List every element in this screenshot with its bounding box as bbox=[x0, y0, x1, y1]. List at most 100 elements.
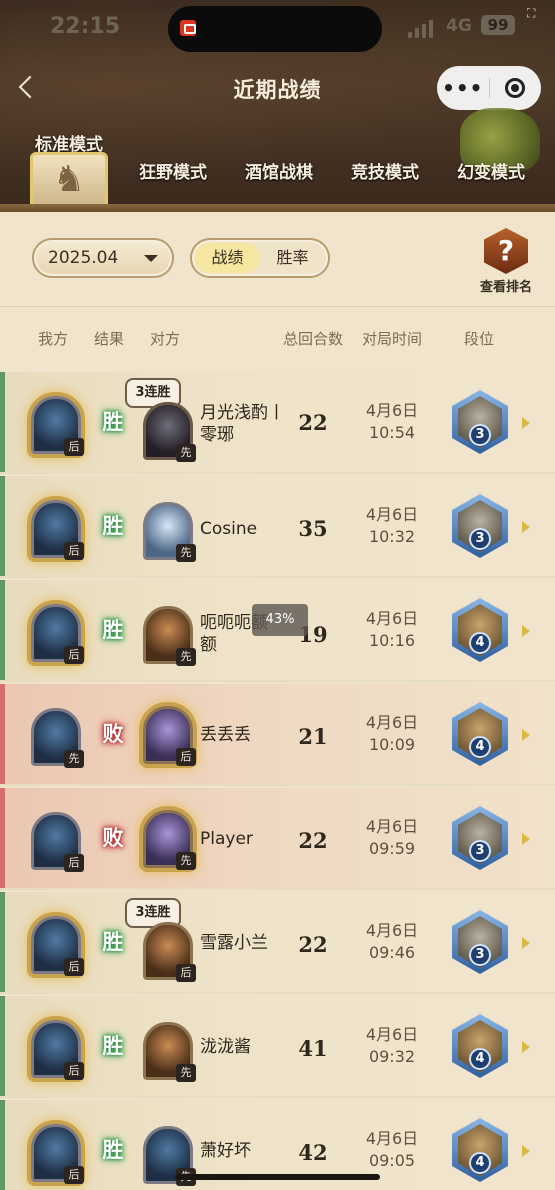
opponent-name: Cosine bbox=[200, 519, 258, 539]
col-header-mine: 我方 bbox=[38, 330, 69, 348]
opp-order-tag: 先 bbox=[176, 852, 196, 870]
date-text: 4月6日 bbox=[365, 401, 419, 420]
opponent-hero-portrait: 先 bbox=[143, 402, 196, 462]
chevron-right-icon[interactable] bbox=[522, 729, 530, 741]
divider bbox=[0, 306, 555, 307]
my-hero-portrait: 后 bbox=[31, 396, 84, 456]
opponent-hero-portrait: 先 bbox=[143, 810, 196, 870]
chevron-right-icon[interactable] bbox=[522, 625, 530, 637]
result-badge: 胜 bbox=[93, 1026, 133, 1066]
result-badge: 败 bbox=[93, 714, 133, 754]
time-text: 10:54 bbox=[368, 423, 416, 442]
opponent-name: 泷泷酱 bbox=[200, 1037, 251, 1057]
time-text: 09:32 bbox=[368, 1047, 416, 1066]
my-hero-portrait: 后 bbox=[31, 604, 84, 664]
my-hero-portrait: 后 bbox=[31, 916, 84, 976]
opponent-hero-portrait: 先 bbox=[143, 606, 196, 666]
my-order-tag: 先 bbox=[64, 750, 84, 768]
content-panel: 2025.04 战绩 胜率 ? 查看排名 我方 结果 对方 总回合数 对局时间 … bbox=[0, 214, 555, 1190]
expand-icon[interactable]: ⛶ bbox=[527, 6, 541, 20]
match-row[interactable]: 后 败 先 Player 22 4月6日 09:59 3 bbox=[0, 788, 555, 890]
date-text: 4月6日 bbox=[365, 1129, 419, 1148]
opponent-name: Player bbox=[200, 829, 253, 849]
toggle-winrate[interactable]: 胜率 bbox=[260, 243, 325, 273]
match-date: 4月6日 10:16 bbox=[352, 608, 432, 652]
total-turns: 42 bbox=[298, 1140, 328, 1165]
dynamic-island bbox=[168, 6, 382, 52]
header-area: 22:15 4G 99 ⛶ 近期战绩 ••• 标准模式 狂野模式 酒馆战棋 bbox=[0, 0, 555, 212]
chevron-right-icon[interactable] bbox=[522, 937, 530, 949]
my-order-tag: 后 bbox=[64, 1062, 84, 1080]
mode-tabs: 标准模式 狂野模式 酒馆战棋 竞技模式 幻变模式 bbox=[0, 130, 555, 212]
rank-number: 4 bbox=[469, 736, 491, 758]
month-select[interactable]: 2025.04 bbox=[32, 238, 174, 278]
match-row[interactable]: 后 胜 先 Cosine 35 4月6日 10:32 3 bbox=[0, 476, 555, 578]
tab-standard[interactable]: 标准模式 bbox=[28, 130, 110, 212]
network-type: 4G bbox=[446, 16, 472, 36]
match-row[interactable]: 后 胜 3连胜 后 雪露小兰 22 4月6日09:46 3 bbox=[0, 892, 555, 994]
date-text: 4月6日 bbox=[365, 1025, 419, 1044]
rank-number: 4 bbox=[469, 1152, 491, 1174]
opponent-hero-portrait: 后 bbox=[143, 706, 196, 766]
chevron-right-icon[interactable] bbox=[522, 1145, 530, 1157]
opp-order-tag: 先 bbox=[176, 544, 196, 562]
view-toggle: 战绩 胜率 bbox=[190, 238, 330, 278]
tab-label: 酒馆战棋 bbox=[245, 163, 313, 183]
my-hero-portrait: 后 bbox=[31, 812, 84, 872]
match-date: 4月6日 10:32 bbox=[352, 504, 432, 548]
chevron-right-icon[interactable] bbox=[522, 417, 530, 429]
date-text: 4月6日 bbox=[365, 817, 419, 836]
match-row[interactable]: 后 胜 先 泷泷酱 41 4月6日 09:32 4 bbox=[0, 996, 555, 1098]
my-order-tag: 后 bbox=[64, 646, 84, 664]
rank-number: 3 bbox=[469, 840, 491, 862]
opponent-hero-portrait: 先 bbox=[143, 1022, 196, 1082]
my-order-tag: 后 bbox=[64, 958, 84, 976]
opponent-name: 月光浅酌丨零琊 bbox=[200, 403, 285, 445]
time-text: 09:46 bbox=[368, 943, 416, 962]
time-text: 10:09 bbox=[368, 735, 416, 754]
view-ranking-button[interactable]: ? 查看排名 bbox=[474, 228, 538, 295]
caret-down-icon bbox=[144, 255, 158, 262]
more-options-icon[interactable]: ••• bbox=[437, 78, 489, 98]
my-hero-portrait: 后 bbox=[31, 1124, 84, 1184]
match-row[interactable]: 先 败 后 丢丢丢 21 4月6日 10:09 4 bbox=[0, 684, 555, 786]
loading-toast: 43% bbox=[252, 604, 308, 636]
opponent-hero-portrait: 后 bbox=[143, 922, 196, 982]
opponent-hero-portrait: 先 bbox=[143, 502, 196, 562]
match-date: 4月6日 10:09 bbox=[352, 712, 432, 756]
match-row[interactable]: 后 胜 3连胜 先 月光浅酌丨零琊 22 4月6日10:54 3 bbox=[0, 372, 555, 474]
month-value: 2025.04 bbox=[48, 248, 119, 268]
rank-number: 4 bbox=[469, 632, 491, 654]
date-text: 4月6日 bbox=[365, 505, 419, 524]
match-date: 4月6日 09:05 bbox=[352, 1128, 432, 1172]
result-badge: 胜 bbox=[93, 1130, 133, 1170]
miniprogram-capsule: ••• bbox=[437, 66, 541, 110]
close-miniprogram-icon[interactable] bbox=[490, 78, 542, 98]
chevron-right-icon[interactable] bbox=[522, 833, 530, 845]
my-hero-portrait: 后 bbox=[31, 1020, 84, 1080]
rank-badge: 4 bbox=[452, 702, 508, 766]
opponent-name: 丢丢丢 bbox=[200, 725, 251, 745]
tab-label: 幻变模式 bbox=[457, 163, 525, 183]
rank-badge: 3 bbox=[452, 390, 508, 454]
rank-number: 3 bbox=[469, 424, 491, 446]
battery-icon: 99 bbox=[481, 15, 515, 35]
result-badge: 胜 bbox=[93, 506, 133, 546]
total-turns: 35 bbox=[298, 516, 328, 541]
rank-number: 4 bbox=[469, 1048, 491, 1070]
rank-badge: 3 bbox=[452, 806, 508, 870]
toggle-record[interactable]: 战绩 bbox=[195, 243, 260, 273]
rank-badge: 3 bbox=[452, 910, 508, 974]
rank-badge: 4 bbox=[452, 1118, 508, 1182]
my-order-tag: 后 bbox=[64, 438, 84, 456]
total-turns: 22 bbox=[298, 932, 328, 957]
total-turns: 22 bbox=[298, 410, 328, 435]
time-text: 10:32 bbox=[368, 527, 416, 546]
chevron-right-icon[interactable] bbox=[522, 521, 530, 533]
view-ranking-label: 查看排名 bbox=[479, 280, 532, 295]
date-text: 4月6日 bbox=[365, 609, 419, 628]
tab-label: 竞技模式 bbox=[351, 163, 419, 183]
chevron-right-icon[interactable] bbox=[522, 1041, 530, 1053]
home-indicator bbox=[175, 1174, 380, 1180]
opp-order-tag: 先 bbox=[176, 444, 196, 462]
